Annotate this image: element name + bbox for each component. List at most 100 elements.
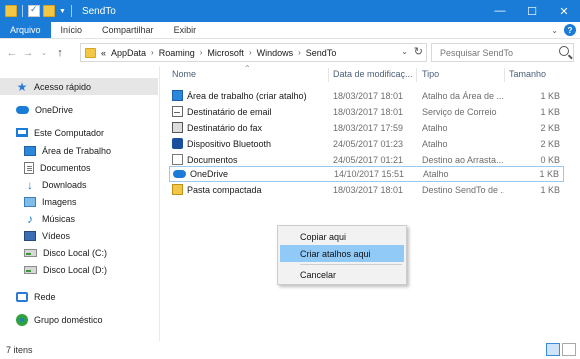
tab-exibir[interactable]: Exibir (164, 22, 207, 38)
folder-icon (85, 47, 96, 58)
drive-icon (24, 265, 37, 274)
search-input[interactable]: Pesquisar SendTo (431, 43, 574, 62)
divider (70, 5, 72, 17)
file-name-cell: Destinatário de email (172, 106, 272, 117)
file-type: Destino SendTo de ... (422, 184, 504, 195)
sidebar-item-disco-d[interactable]: Disco Local (D:) (24, 261, 107, 278)
column-headers: ⌃ Nome Data de modificaç... Tipo Tamanho (161, 64, 580, 84)
file-row[interactable]: Destinatário do fax 18/03/2017 17:59 Ata… (169, 120, 564, 135)
column-header-date[interactable]: Data de modificaç... (333, 69, 413, 79)
menu-item-criar-atalhos-aqui[interactable]: Criar atalhos aqui (280, 245, 404, 262)
file-row[interactable]: Documentos 24/05/2017 01:21 Destino ao A… (169, 152, 564, 167)
file-type: Atalho da Área de ... (422, 90, 504, 101)
refresh-icon[interactable]: ↻ (414, 45, 423, 58)
network-icon (16, 291, 28, 302)
file-size: 1 KB (539, 169, 559, 179)
sidebar-item-label: Downloads (42, 179, 87, 190)
breadcrumb-overflow[interactable]: « (101, 48, 106, 58)
details-view-icon[interactable] (546, 343, 560, 356)
file-date: 24/05/2017 01:23 (333, 138, 404, 149)
file-size: 1 KB (540, 106, 560, 117)
file-type: Serviço de Correio (422, 106, 497, 117)
sidebar-item-label: Documentos (40, 162, 91, 173)
sidebar-item-area-de-trabalho[interactable]: Área de Trabalho (24, 142, 111, 159)
breadcrumb-separator-icon[interactable]: › (200, 48, 203, 57)
sidebar-item-imagens[interactable]: Imagens (24, 193, 77, 210)
tab-compartilhar[interactable]: Compartilhar (92, 22, 164, 38)
file-date: 18/03/2017 18:01 (333, 106, 404, 117)
address-bar[interactable]: « AppData › Roaming › Microsoft › Window… (80, 43, 427, 62)
file-name: Destinatário do fax (187, 122, 263, 133)
help-icon[interactable]: ? (564, 24, 576, 36)
breadcrumb-roaming[interactable]: Roaming (159, 48, 195, 58)
column-header-name[interactable]: Nome (172, 69, 196, 79)
sidebar-item-acesso-rapido[interactable]: ★ Acesso rápido (0, 78, 158, 95)
breadcrumb-separator-icon[interactable]: › (249, 48, 252, 57)
window-controls: — ☐ ✕ (484, 0, 580, 22)
column-divider[interactable] (504, 68, 505, 82)
file-row[interactable]: Pasta compactada 18/03/2017 18:01 Destin… (169, 182, 564, 197)
address-dropdown-icon[interactable]: ⌄ (401, 47, 408, 56)
breadcrumb-microsoft[interactable]: Microsoft (207, 48, 244, 58)
column-header-type[interactable]: Tipo (422, 69, 439, 79)
file-row[interactable]: Área de trabalho (criar atalho) 18/03/20… (169, 88, 564, 103)
breadcrumb-separator-icon[interactable]: › (298, 48, 301, 57)
file-name-cell: Destinatário do fax (172, 122, 262, 133)
column-divider[interactable] (416, 68, 417, 82)
breadcrumb-sendto[interactable]: SendTo (306, 48, 337, 58)
ribbon-tabs: Arquivo Início Compartilhar Exibir ⌄ ? (0, 22, 580, 39)
expand-ribbon-chevron-icon[interactable]: ⌄ (551, 26, 558, 35)
desktop-shortcut-icon (172, 90, 183, 101)
navigation-pane: ★ Acesso rápido OneDrive Este Computador… (0, 66, 160, 341)
sidebar-item-downloads[interactable]: ↓ Downloads (24, 176, 87, 193)
tab-arquivo[interactable]: Arquivo (0, 22, 51, 38)
minimize-button[interactable]: — (484, 0, 516, 22)
maximize-button[interactable]: ☐ (516, 0, 548, 22)
file-date: 18/03/2017 18:01 (333, 90, 404, 101)
file-date: 14/10/2017 15:51 (334, 169, 405, 179)
properties-icon[interactable] (28, 4, 40, 17)
zip-folder-icon (172, 184, 183, 195)
sidebar-item-rede[interactable]: Rede (16, 288, 56, 305)
new-folder-icon[interactable] (43, 5, 55, 17)
recent-locations-chevron-icon[interactable]: ⌄ (36, 45, 52, 61)
column-header-size[interactable]: Tamanho (509, 69, 546, 79)
file-type: Atalho (422, 138, 448, 149)
up-button[interactable]: ↑ (52, 45, 68, 61)
menu-item-cancelar[interactable]: Cancelar (280, 266, 404, 283)
sidebar-item-grupo-domestico[interactable]: Grupo doméstico (16, 311, 103, 328)
breadcrumb-appdata[interactable]: AppData (111, 48, 146, 58)
tab-inicio[interactable]: Início (51, 22, 93, 38)
back-button[interactable]: ← (4, 45, 20, 61)
file-size: 2 KB (540, 122, 560, 133)
sidebar-item-label: Área de Trabalho (42, 145, 112, 156)
file-row[interactable]: Dispositivo Bluetooth 24/05/2017 01:23 A… (169, 136, 564, 151)
customize-toolbar-chevron-icon[interactable]: ▼ (59, 8, 66, 15)
menu-item-copiar-aqui[interactable]: Copiar aqui (280, 228, 404, 245)
file-row[interactable]: Destinatário de email 18/03/2017 18:01 S… (169, 104, 564, 119)
desktop-icon (24, 145, 36, 156)
sidebar-item-label: Disco Local (D:) (43, 264, 108, 275)
sidebar-item-onedrive[interactable]: OneDrive (16, 101, 73, 118)
sidebar-item-musicas[interactable]: ♪ Músicas (24, 210, 75, 227)
file-name: Pasta compactada (187, 184, 262, 195)
file-name-cell: Documentos (172, 154, 238, 165)
documents-icon (172, 154, 183, 165)
sidebar-item-label: Grupo doméstico (34, 314, 103, 325)
column-divider[interactable] (328, 68, 329, 82)
breadcrumb-windows[interactable]: Windows (257, 48, 294, 58)
breadcrumb-separator-icon[interactable]: › (151, 48, 154, 57)
sidebar-item-disco-c[interactable]: Disco Local (C:) (24, 244, 107, 261)
sidebar-item-documentos[interactable]: Documentos (24, 159, 91, 176)
sidebar-item-videos[interactable]: Vídeos (24, 227, 70, 244)
close-button[interactable]: ✕ (548, 0, 580, 22)
file-name: Documentos (187, 154, 238, 165)
file-date: 18/03/2017 17:59 (333, 122, 404, 133)
file-row[interactable]: OneDrive 14/10/2017 15:51 Atalho 1 KB (169, 166, 564, 182)
large-icons-view-icon[interactable] (562, 343, 576, 356)
file-name: Destinatário de email (187, 106, 272, 117)
forward-button[interactable]: → (20, 45, 36, 61)
ribbon-right-controls: ⌄ ? (551, 24, 576, 36)
star-icon: ★ (16, 79, 28, 94)
sidebar-item-este-computador[interactable]: Este Computador (16, 124, 104, 141)
